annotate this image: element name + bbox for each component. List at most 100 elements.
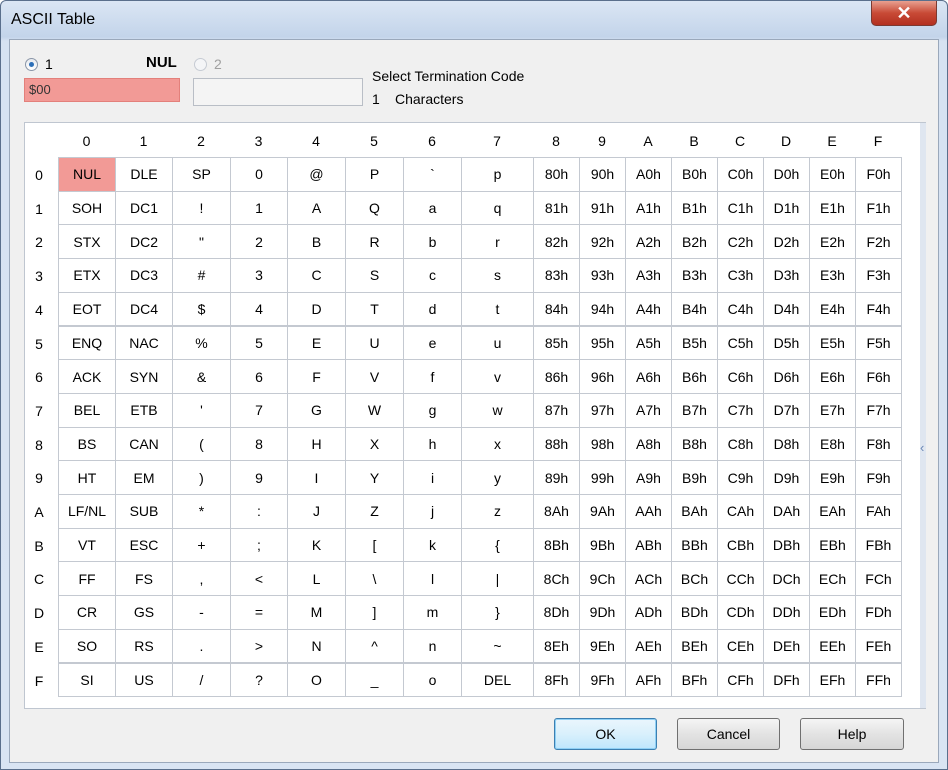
- ascii-cell[interactable]: EOT: [58, 291, 116, 327]
- ascii-cell[interactable]: (: [172, 426, 231, 462]
- ascii-cell[interactable]: FCh: [855, 561, 902, 597]
- ascii-cell[interactable]: C6h: [717, 359, 764, 394]
- ascii-cell[interactable]: 8Dh: [533, 595, 580, 630]
- ascii-cell[interactable]: CCh: [717, 561, 764, 597]
- ascii-cell[interactable]: H: [287, 426, 346, 462]
- ascii-cell[interactable]: ?: [230, 662, 288, 698]
- ascii-cell[interactable]: k: [403, 527, 462, 563]
- ascii-cell[interactable]: DEh: [763, 628, 810, 664]
- ascii-cell[interactable]: f: [403, 359, 462, 394]
- ascii-cell[interactable]: BCh: [671, 561, 718, 597]
- ascii-cell[interactable]: ENQ: [58, 325, 116, 361]
- ascii-cell[interactable]: e: [403, 325, 462, 361]
- ascii-cell[interactable]: M: [287, 595, 346, 630]
- ascii-cell[interactable]: #: [172, 258, 231, 293]
- ascii-cell[interactable]: BS: [58, 426, 116, 462]
- ascii-cell[interactable]: ETX: [58, 258, 116, 293]
- ascii-cell[interactable]: B1h: [671, 190, 718, 226]
- ascii-cell[interactable]: 9Bh: [579, 527, 626, 563]
- ok-button[interactable]: OK: [554, 718, 657, 750]
- ascii-cell[interactable]: <: [230, 561, 288, 597]
- ascii-cell[interactable]: AEh: [625, 628, 672, 664]
- ascii-cell[interactable]: ABh: [625, 527, 672, 563]
- ascii-cell[interactable]: ESC: [115, 527, 173, 563]
- ascii-cell[interactable]: F6h: [855, 359, 902, 394]
- ascii-cell[interactable]: F: [287, 359, 346, 394]
- ascii-cell[interactable]: SP: [172, 157, 231, 192]
- ascii-cell[interactable]: 82h: [533, 224, 580, 260]
- ascii-cell[interactable]: F7h: [855, 392, 902, 428]
- ascii-cell[interactable]: S: [345, 258, 404, 293]
- ascii-cell[interactable]: 98h: [579, 426, 626, 462]
- close-button[interactable]: ✕: [871, 1, 937, 26]
- ascii-cell[interactable]: Z: [345, 494, 404, 529]
- ascii-cell[interactable]: 8Bh: [533, 527, 580, 563]
- ascii-cell[interactable]: F8h: [855, 426, 902, 462]
- ascii-cell[interactable]: D0h: [763, 157, 810, 192]
- scroll-track[interactable]: [920, 123, 926, 708]
- ascii-cell[interactable]: E4h: [809, 291, 856, 327]
- ascii-cell[interactable]: d: [403, 291, 462, 327]
- ascii-cell[interactable]: EDh: [809, 595, 856, 630]
- ascii-cell[interactable]: 99h: [579, 460, 626, 495]
- ascii-cell[interactable]: .: [172, 628, 231, 664]
- ascii-cell[interactable]: EEh: [809, 628, 856, 664]
- ascii-cell[interactable]: P: [345, 157, 404, 192]
- option-1-value-field[interactable]: $00: [24, 78, 180, 102]
- ascii-cell[interactable]: 9Eh: [579, 628, 626, 664]
- ascii-cell[interactable]: DC2: [115, 224, 173, 260]
- ascii-cell[interactable]: >: [230, 628, 288, 664]
- ascii-cell[interactable]: AAh: [625, 494, 672, 529]
- ascii-cell[interactable]: ;: [230, 527, 288, 563]
- ascii-cell[interactable]: B9h: [671, 460, 718, 495]
- ascii-cell[interactable]: {: [461, 527, 534, 563]
- ascii-cell[interactable]: 1: [230, 190, 288, 226]
- ascii-cell[interactable]: F3h: [855, 258, 902, 293]
- ascii-cell[interactable]: N: [287, 628, 346, 664]
- ascii-cell[interactable]: CR: [58, 595, 116, 630]
- ascii-cell[interactable]: :: [230, 494, 288, 529]
- cancel-button[interactable]: Cancel: [677, 718, 780, 750]
- ascii-cell[interactable]: 96h: [579, 359, 626, 394]
- ascii-cell[interactable]: !: [172, 190, 231, 226]
- ascii-cell[interactable]: 91h: [579, 190, 626, 226]
- ascii-cell[interactable]: ]: [345, 595, 404, 630]
- ascii-cell[interactable]: FDh: [855, 595, 902, 630]
- ascii-cell[interactable]: A: [287, 190, 346, 226]
- ascii-cell[interactable]: 87h: [533, 392, 580, 428]
- ascii-cell[interactable]: 3: [230, 258, 288, 293]
- ascii-cell[interactable]: SYN: [115, 359, 173, 394]
- ascii-cell[interactable]: 8: [230, 426, 288, 462]
- ascii-cell[interactable]: ': [172, 392, 231, 428]
- ascii-cell[interactable]: DLE: [115, 157, 173, 192]
- ascii-cell[interactable]: E5h: [809, 325, 856, 361]
- ascii-cell[interactable]: LF/NL: [58, 494, 116, 529]
- ascii-cell[interactable]: A6h: [625, 359, 672, 394]
- ascii-cell[interactable]: `: [403, 157, 462, 192]
- ascii-cell[interactable]: \: [345, 561, 404, 597]
- ascii-cell[interactable]: E6h: [809, 359, 856, 394]
- ascii-cell[interactable]: CEh: [717, 628, 764, 664]
- ascii-cell[interactable]: ~: [461, 628, 534, 664]
- ascii-cell[interactable]: BDh: [671, 595, 718, 630]
- ascii-cell[interactable]: i: [403, 460, 462, 495]
- ascii-cell[interactable]: CBh: [717, 527, 764, 563]
- ascii-cell[interactable]: 95h: [579, 325, 626, 361]
- ascii-cell[interactable]: HT: [58, 460, 116, 495]
- ascii-cell[interactable]: w: [461, 392, 534, 428]
- ascii-cell[interactable]: CDh: [717, 595, 764, 630]
- ascii-cell[interactable]: F9h: [855, 460, 902, 495]
- ascii-cell[interactable]: 9Ah: [579, 494, 626, 529]
- ascii-cell[interactable]: 84h: [533, 291, 580, 327]
- ascii-cell[interactable]: r: [461, 224, 534, 260]
- option-1-radio[interactable]: [25, 58, 38, 71]
- ascii-cell[interactable]: F1h: [855, 190, 902, 226]
- ascii-cell[interactable]: A2h: [625, 224, 672, 260]
- ascii-cell[interactable]: a: [403, 190, 462, 226]
- ascii-cell[interactable]: D7h: [763, 392, 810, 428]
- ascii-cell[interactable]: ACK: [58, 359, 116, 394]
- ascii-cell[interactable]: BAh: [671, 494, 718, 529]
- ascii-cell[interactable]: 8Ch: [533, 561, 580, 597]
- ascii-cell[interactable]: B2h: [671, 224, 718, 260]
- ascii-cell[interactable]: Y: [345, 460, 404, 495]
